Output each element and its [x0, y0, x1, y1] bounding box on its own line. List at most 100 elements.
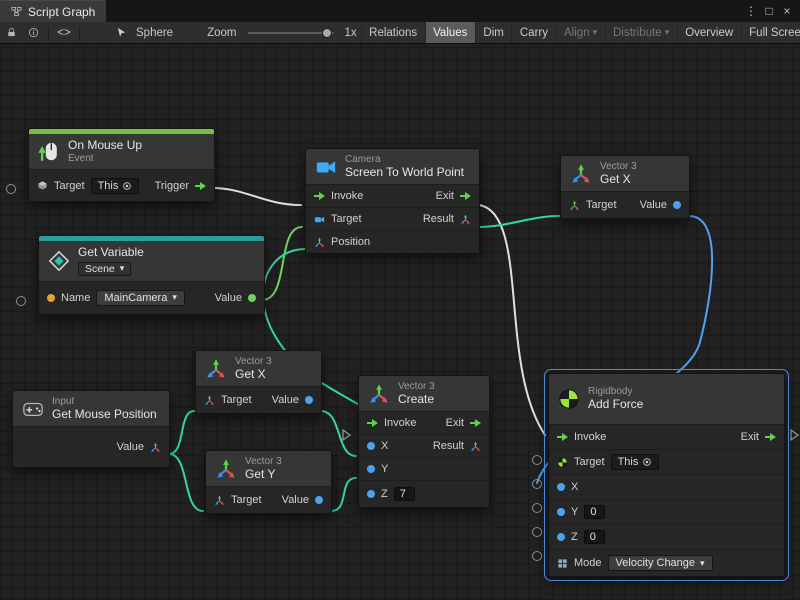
edit-source-button[interactable]: <> [53, 22, 75, 43]
node-get-variable[interactable]: Get Variable Scene ▾ Name MainCamera ▾ [38, 235, 265, 315]
node-vector3-get-x-top[interactable]: Vector 3 Get X Target Value [560, 155, 690, 219]
this-chip[interactable]: This [91, 178, 140, 194]
scope-label: Scene [85, 263, 115, 275]
float-output-port[interactable] [673, 201, 681, 209]
node-add-force[interactable]: Rigidbody Add Force Invoke Exit Target T… [548, 373, 785, 577]
distribute-button[interactable]: Distribute▾ [605, 22, 677, 43]
full-screen-button[interactable]: Full Screen [741, 22, 800, 43]
port-label-result: Result [423, 213, 454, 225]
force-mode-dropdown[interactable]: Velocity Change ▾ [608, 555, 713, 571]
vector3-port-icon[interactable] [569, 200, 580, 211]
port-circle[interactable] [16, 296, 26, 306]
vector3-icon [368, 383, 390, 405]
node-screen-to-world-point[interactable]: Camera Screen To World Point Invoke Exit… [305, 148, 480, 254]
node-title: Get Mouse Position [52, 408, 157, 422]
flow-output-port[interactable] [195, 182, 206, 190]
object-output-port[interactable] [248, 294, 256, 302]
graph-toolbar: <> Sphere Zoom 1x Relations Values Dim C… [0, 22, 800, 44]
variable-name-dropdown[interactable]: MainCamera ▾ [96, 290, 185, 306]
unity-visual-scripting-window: Script Graph ⋮ □ × <> Sphere Zoom 1x Rel… [0, 0, 800, 600]
dim-button[interactable]: Dim [475, 22, 511, 43]
node-get-mouse-position[interactable]: Input Get Mouse Position Value [12, 390, 170, 468]
zoom-slider[interactable] [248, 32, 334, 34]
z-value-field[interactable]: 0 [584, 530, 605, 544]
node-vector3-get-y[interactable]: Vector 3 Get Y Target Value [205, 450, 332, 514]
values-button[interactable]: Values [425, 22, 475, 43]
float-input-port[interactable] [557, 533, 565, 541]
port-label-exit: Exit [446, 417, 464, 429]
float-input-port[interactable] [557, 508, 565, 516]
this-chip[interactable]: This [611, 454, 660, 470]
port-circle[interactable] [6, 184, 16, 194]
rigidbody-type-port-icon[interactable] [557, 457, 568, 468]
flow-port-triangle[interactable] [342, 429, 351, 441]
code-icon: <> [57, 27, 70, 39]
align-button[interactable]: Align▾ [556, 22, 605, 43]
wire-variable-to-target[interactable] [262, 227, 302, 300]
port-circle[interactable] [532, 479, 542, 489]
zoom-slider-handle[interactable] [322, 28, 332, 38]
graph-canvas[interactable]: On Mouse Up Event Target This Trigger [0, 44, 800, 600]
z-value-field[interactable]: 7 [394, 487, 415, 501]
flow-port-triangle[interactable] [790, 429, 799, 441]
variable-icon [48, 250, 70, 272]
camera-type-port-icon[interactable] [314, 214, 325, 225]
caret-down-icon: ▾ [172, 293, 177, 302]
float-input-port[interactable] [367, 442, 375, 450]
wire-gety-to-create-y[interactable] [331, 478, 356, 511]
tab-script-graph[interactable]: Script Graph [0, 0, 106, 22]
wire-mousepos-to-getx[interactable] [169, 411, 194, 454]
flow-input-port[interactable] [367, 419, 378, 427]
port-label-target: Target [574, 456, 605, 468]
lock-button[interactable] [0, 22, 22, 43]
caret-down-icon: ▾ [665, 28, 670, 37]
wire-mousepos-to-gety[interactable] [169, 454, 203, 511]
window-close-icon[interactable]: × [778, 0, 796, 22]
port-label-mode: Mode [574, 557, 602, 569]
vector3-port-icon[interactable] [470, 441, 481, 452]
flow-output-port[interactable] [765, 433, 776, 441]
port-label-target: Target [586, 199, 617, 211]
y-value-field[interactable]: 0 [584, 505, 605, 519]
flow-input-port[interactable] [314, 192, 325, 200]
node-vector3-get-x-mid[interactable]: Vector 3 Get X Target Value [195, 350, 322, 414]
target-object-name[interactable]: Sphere [132, 27, 177, 39]
port-circle[interactable] [532, 527, 542, 537]
wire-trigger-to-invoke[interactable] [212, 188, 301, 205]
vector3-port-icon[interactable] [150, 442, 161, 453]
window-maximize-icon[interactable]: □ [760, 0, 778, 22]
port-label-invoke: Invoke [574, 431, 606, 443]
overview-button[interactable]: Overview [677, 22, 741, 43]
pointer-icon [116, 27, 127, 38]
port-label-exit: Exit [436, 190, 454, 202]
enum-port-icon[interactable] [557, 558, 568, 569]
float-output-port[interactable] [315, 496, 323, 504]
float-output-port[interactable] [305, 396, 313, 404]
variable-scope-dropdown[interactable]: Scene ▾ [78, 262, 131, 276]
flow-output-port[interactable] [470, 419, 481, 427]
port-circle[interactable] [532, 503, 542, 513]
port-label-name: Name [61, 292, 90, 304]
flow-input-port[interactable] [557, 433, 568, 441]
vector3-port-icon[interactable] [204, 395, 215, 406]
carry-button[interactable]: Carry [511, 22, 555, 43]
wire-result-to-getx-target[interactable] [479, 216, 559, 227]
vector3-port-icon[interactable] [460, 214, 471, 225]
port-circle[interactable] [532, 455, 542, 465]
float-input-port[interactable] [367, 490, 375, 498]
relations-button[interactable]: Relations [361, 22, 425, 43]
window-menu-icon[interactable]: ⋮ [742, 0, 760, 22]
node-category: Vector 3 [600, 161, 637, 173]
port-label-exit: Exit [741, 431, 759, 443]
flow-output-port[interactable] [460, 192, 471, 200]
port-circle[interactable] [532, 551, 542, 561]
node-on-mouse-up[interactable]: On Mouse Up Event Target This Trigger [28, 128, 215, 202]
target-object-button[interactable] [110, 22, 132, 43]
node-vector3-create[interactable]: Vector 3 Create Invoke Exit X Result [358, 375, 490, 508]
vector3-port-icon[interactable] [314, 237, 325, 248]
float-input-port[interactable] [367, 465, 375, 473]
info-button[interactable] [22, 22, 44, 43]
float-input-port[interactable] [557, 483, 565, 491]
string-input-port[interactable] [47, 294, 55, 302]
vector3-port-icon[interactable] [214, 495, 225, 506]
